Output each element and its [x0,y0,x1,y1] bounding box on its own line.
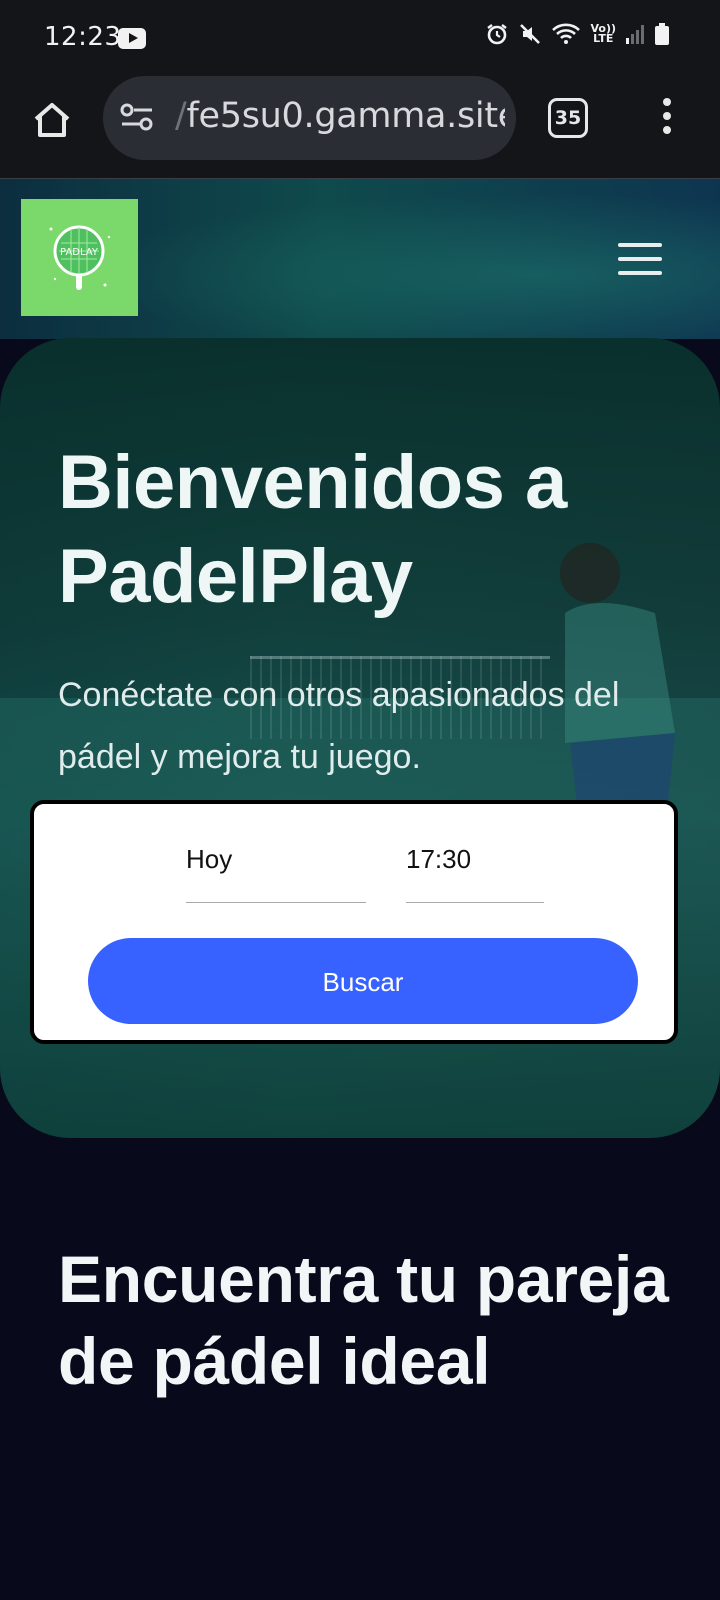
status-bar: 12:23 Vo)) LTE [0,0,720,76]
logo-text: PADLAY [60,247,99,258]
signal-icon [626,25,644,44]
padel-racket-icon: PADLAY [49,225,111,290]
address-bar[interactable]: /fe5su0.gamma.site [103,76,516,160]
hero-subtitle: Conéctate con otros apasionados del páde… [58,676,620,776]
browser-menu-icon[interactable] [660,98,674,140]
date-field[interactable]: Hoy [186,834,366,903]
browser-toolbar: /fe5su0.gamma.site 35 [0,76,720,179]
date-value: Hoy [186,844,233,874]
menu-hamburger-icon[interactable] [618,243,662,275]
section-title: Encuentra tu pareja de pádel ideal [58,1242,669,1398]
hero-title: Bienvenidos a PadelPlay [58,440,567,619]
youtube-icon [118,28,146,49]
site-settings-icon[interactable] [119,102,155,132]
wifi-icon [552,23,581,44]
padelplay-logo[interactable]: PADLAY [21,199,138,316]
battery-icon [655,23,669,45]
url-text[interactable]: /fe5su0.gamma.site [175,96,505,136]
time-field[interactable]: 17:30 [406,834,544,903]
alarm-icon [487,24,508,45]
url-host: fe5su0.gamma.site [186,96,506,136]
site-header: PADLAY [0,179,720,339]
url-prefix: / [175,96,187,136]
search-button[interactable]: Buscar [88,938,638,1024]
status-time: 12:23 [44,22,122,52]
time-value: 17:30 [406,844,472,874]
home-icon[interactable] [30,98,74,142]
search-card: Hoy 17:30 Buscar [30,800,678,1044]
mute-icon [520,24,541,44]
volte-indicator: Vo)) LTE [590,23,616,45]
tab-switcher-button[interactable]: 35 [548,98,588,138]
status-icons: Vo)) LTE [485,22,670,46]
lte-label: LTE [593,32,614,45]
